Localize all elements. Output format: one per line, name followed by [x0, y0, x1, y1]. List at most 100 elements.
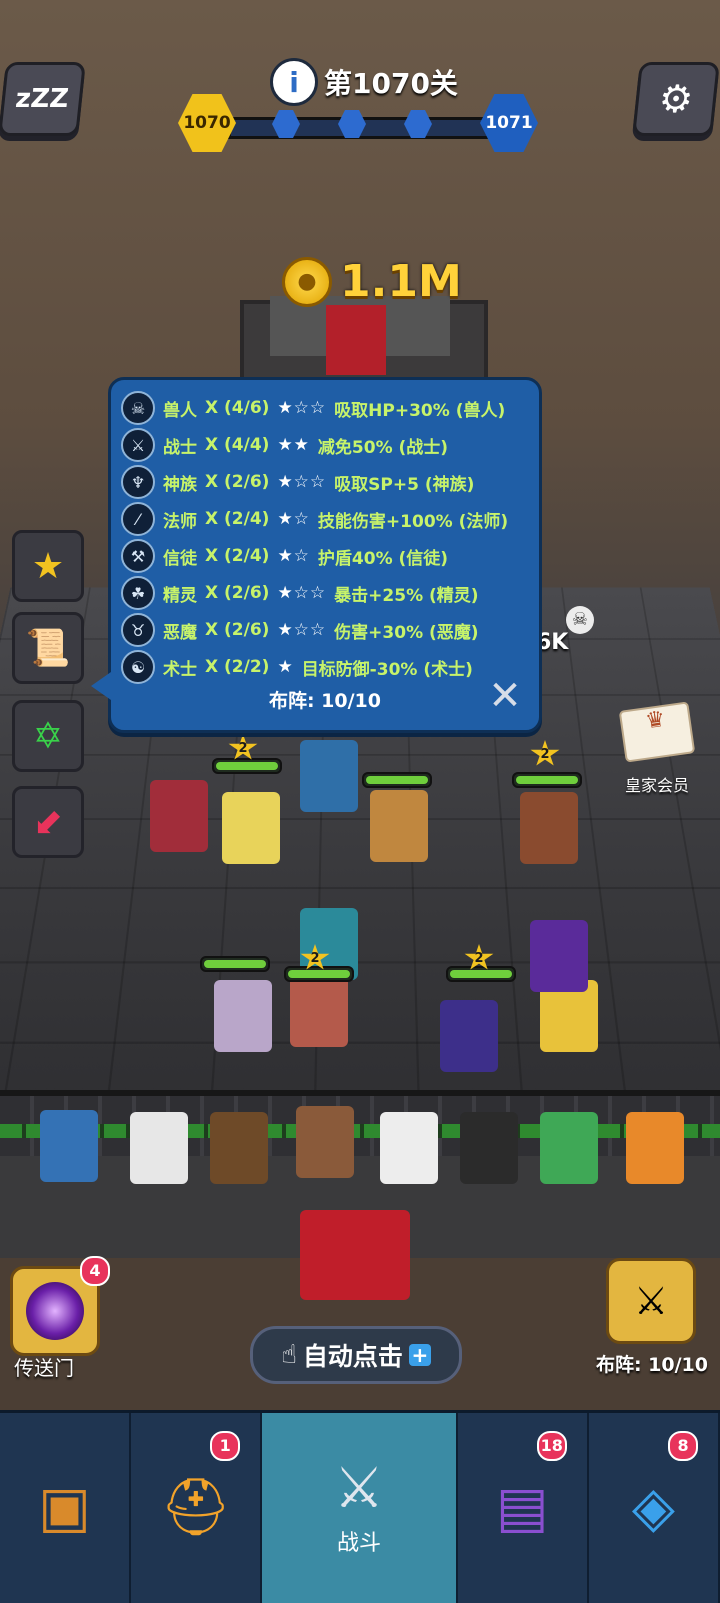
- synergy-name: 信徒: [163, 548, 197, 569]
- enemy-unit[interactable]: [150, 780, 208, 852]
- synergy-stars: ★☆☆: [277, 583, 327, 603]
- wand-icon: ⁄: [121, 502, 155, 536]
- royal-member-button[interactable]: ♛ 皇家会员: [614, 701, 700, 796]
- synergy-name: 兽人: [163, 400, 197, 421]
- auto-click-button[interactable]: ☝ 自动点击 +: [250, 1326, 462, 1384]
- nav-amulet[interactable]: ◈ 8: [589, 1413, 720, 1603]
- enemy-unit[interactable]: [370, 790, 428, 862]
- wings-icon: ♆: [121, 465, 155, 499]
- warlock-icon: ☯: [121, 650, 155, 684]
- bench-unit[interactable]: [296, 1106, 354, 1178]
- formation-count: 布阵: 10/10: [268, 690, 382, 712]
- scroll-button[interactable]: 📜: [12, 612, 84, 684]
- synergy-row: ☯ 术士 X (2/2) ★ 目标防御-30% (术士): [121, 649, 473, 685]
- synergy-stars: ★☆: [277, 546, 310, 566]
- synergy-count: X (2/4): [205, 546, 270, 566]
- synergy-count: X (4/4): [205, 435, 270, 455]
- synergy-effect: 吸取SP+5 (神族): [334, 474, 475, 495]
- synergy-effect: 减免50% (战士): [317, 437, 449, 458]
- coin-icon: ●: [282, 256, 332, 307]
- ally-unit[interactable]: [214, 980, 272, 1052]
- synergy-row: ⚔ 战士 X (4/4) ★★ 减免50% (战士): [121, 427, 448, 463]
- ally-unit[interactable]: [440, 1000, 498, 1072]
- zzz-icon: zZZ: [14, 84, 70, 114]
- health-bar: [512, 772, 582, 788]
- close-icon[interactable]: ✕: [485, 676, 525, 716]
- synergy-count: X (2/6): [205, 620, 270, 640]
- nav-book[interactable]: ▤ 18: [458, 1413, 589, 1603]
- ally-unit[interactable]: [290, 975, 348, 1047]
- coin-amount: 1.1M: [340, 256, 462, 307]
- synergy-effect: 暴击+25% (精灵): [334, 585, 479, 606]
- royal-member-label: 皇家会员: [624, 776, 689, 795]
- bench-unit[interactable]: [380, 1112, 438, 1184]
- health-bar: [284, 966, 354, 982]
- health-bar: [212, 758, 282, 774]
- synergy-button[interactable]: ✡: [12, 700, 84, 772]
- synergy-name: 精灵: [163, 585, 197, 606]
- bench-unit[interactable]: [460, 1112, 518, 1184]
- vortex-icon: [26, 1282, 84, 1340]
- nav-battle[interactable]: ⚔ 战斗: [262, 1413, 458, 1603]
- synergy-row: ⁄ 法师 X (2/4) ★☆ 技能伤害+100% (法师): [121, 501, 508, 537]
- sleep-button[interactable]: zZZ: [0, 62, 86, 136]
- enemy-unit[interactable]: [300, 740, 358, 812]
- bench-unit[interactable]: [210, 1112, 268, 1184]
- level-progress: 1070 1071: [178, 92, 538, 156]
- sword-icon: ⚔: [121, 428, 155, 462]
- synergy-name: 恶魔: [163, 622, 197, 643]
- enemy-unit[interactable]: [222, 792, 280, 864]
- synergy-effect: 护盾40% (信徒): [317, 548, 449, 569]
- synergy-effect: 目标防御-30% (术士): [301, 659, 473, 680]
- synergy-stars: ★☆☆: [277, 620, 327, 640]
- nav-battle-label: 战斗: [337, 1531, 382, 1556]
- health-bar: [200, 956, 270, 972]
- settings-button[interactable]: ⚙: [632, 62, 720, 136]
- book-badge: 18: [536, 1431, 567, 1461]
- current-level-badge: 1070: [178, 94, 236, 152]
- red-banner: [326, 305, 386, 375]
- bench-unit[interactable]: [40, 1110, 98, 1182]
- gear-icon: ⚙: [656, 77, 696, 121]
- synergy-row: ☠ 兽人 X (4/6) ★☆☆ 吸取HP+30% (兽人): [121, 390, 505, 426]
- synergy-name: 战士: [163, 437, 197, 458]
- nav-heroes[interactable]: ⛑ 1: [131, 1413, 263, 1603]
- enemy-unit[interactable]: [520, 792, 578, 864]
- portal-badge: 4: [80, 1256, 110, 1286]
- bench-unit[interactable]: [130, 1112, 188, 1184]
- synergy-count: X (2/2): [205, 657, 270, 677]
- heroes-badge: 1: [210, 1431, 241, 1461]
- synergy-row: ⚒ 信徒 X (2/4) ★☆ 护盾40% (信徒): [121, 538, 448, 574]
- next-level-badge: 1071: [480, 94, 538, 152]
- bottom-nav: ▣ ⛑ 1 ⚔ 战斗 ▤ 18 ◈ 8: [0, 1410, 720, 1603]
- bench-rail: [0, 1124, 720, 1138]
- synergy-row: ☘ 精灵 X (2/6) ★☆☆ 暴击+25% (精灵): [121, 575, 479, 611]
- scroll-icon: 📜: [25, 628, 71, 669]
- royal-card-icon: ♛: [618, 701, 696, 763]
- demon-icon: ♉: [121, 613, 155, 647]
- dragon-unit[interactable]: [300, 1210, 410, 1300]
- synergy-row: ♉ 恶魔 X (2/6) ★☆☆ 伤害+30% (恶魔): [121, 612, 479, 648]
- bench-unit[interactable]: [626, 1112, 684, 1184]
- nav-chest[interactable]: ▣: [0, 1413, 132, 1603]
- synergy-effect: 伤害+30% (恶魔): [334, 622, 479, 643]
- coin-counter: ● 1.1M: [282, 256, 462, 307]
- podium-icon: ★: [31, 545, 65, 587]
- elf-icon: ☘: [121, 576, 155, 610]
- synergy-effect: 吸取HP+30% (兽人): [334, 400, 506, 421]
- arrow-down-left-icon: ⬋: [32, 801, 64, 843]
- spell-book-icon: ▤: [495, 1475, 549, 1540]
- synergy-row: ♆ 神族 X (2/6) ★☆☆ 吸取SP+5 (神族): [121, 464, 474, 500]
- orc-icon: ☠: [121, 391, 155, 425]
- formation-button[interactable]: ⚔: [606, 1258, 696, 1344]
- retreat-button[interactable]: ⬋: [12, 786, 84, 858]
- hexagram-icon: ✡: [32, 715, 64, 757]
- winged-helmet-icon: ⛑: [160, 1475, 232, 1540]
- ally-unit[interactable]: [530, 920, 588, 992]
- treasure-chest-icon: ▣: [38, 1475, 91, 1540]
- bench-unit[interactable]: [540, 1112, 598, 1184]
- crossed-swords-icon: ⚔: [333, 1456, 385, 1521]
- synergy-effect: 技能伤害+100% (法师): [317, 511, 509, 532]
- formation-label: 布阵: 10/10: [595, 1354, 708, 1376]
- ranking-button[interactable]: ★: [12, 530, 84, 602]
